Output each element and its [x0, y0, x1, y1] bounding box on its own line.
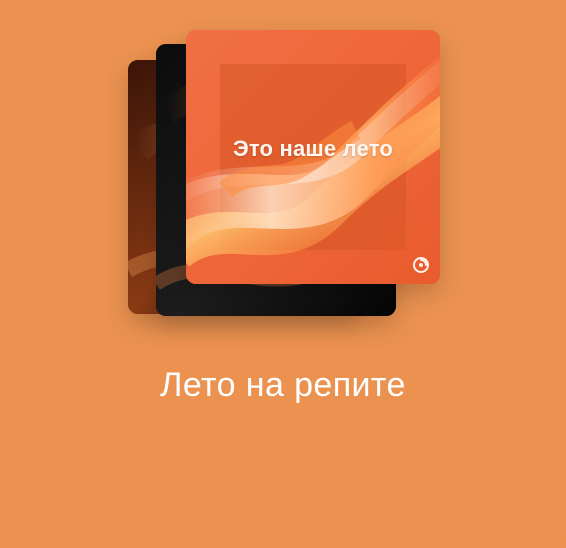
front-cover[interactable]: Это наше лето — [186, 30, 440, 284]
cover-stack[interactable]: Это наше лето — [118, 22, 458, 322]
spinning-disc-icon — [412, 256, 430, 274]
front-cover-title: Это наше лето — [232, 136, 394, 161]
playlist-title: Лето на репите — [160, 366, 406, 404]
playlist-card[interactable]: Это наше лето Лето на репите — [0, 0, 566, 548]
